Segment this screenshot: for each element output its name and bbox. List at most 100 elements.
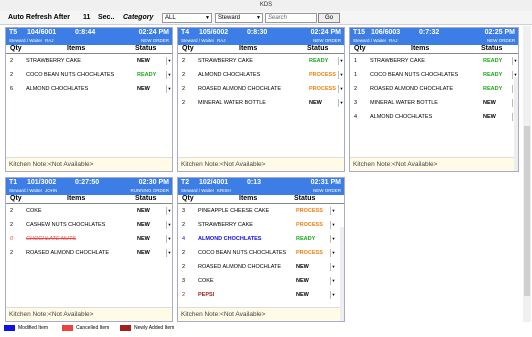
status-dropdown-icon[interactable]: ▼ xyxy=(338,57,344,65)
order-header: T2 102/4001 0:13 02:31 PM Steward / Wait… xyxy=(178,178,344,195)
qty-header: Qty xyxy=(354,45,366,52)
item-status[interactable]: NEW xyxy=(296,260,309,274)
status-dropdown-icon[interactable]: ▼ xyxy=(338,71,344,79)
item-status[interactable]: PROCESS xyxy=(296,218,323,232)
item-status[interactable]: NEW xyxy=(137,218,150,232)
status-dropdown-icon[interactable]: ▼ xyxy=(338,85,344,93)
item-status[interactable]: PROCESS xyxy=(296,246,323,260)
item-status[interactable]: READY xyxy=(309,54,328,68)
order-item-row: 2 ROASED ALMOND CHOCHLATE NEW ▼ xyxy=(6,246,172,260)
item-status[interactable]: PROCESS xyxy=(309,68,336,82)
kitchen-note-value: <Not Available> xyxy=(48,311,94,318)
legend-label: Newly Added Item xyxy=(134,325,175,331)
item-name: ALMOND CHOCHLATES xyxy=(370,114,433,120)
status-dropdown-icon[interactable]: ▼ xyxy=(338,99,344,107)
status-dropdown-icon[interactable]: ▼ xyxy=(166,207,172,215)
steward-label: Steward / Waiter xyxy=(181,38,215,43)
scroll-thumb[interactable] xyxy=(524,126,530,296)
status-dropdown-icon[interactable]: ▼ xyxy=(166,249,172,257)
search-input[interactable]: Search xyxy=(265,13,317,23)
order-item-row: 2 ROASED ALMOND CHOCHLATE NEW ▼ xyxy=(178,260,344,274)
item-status[interactable]: NEW xyxy=(296,288,309,302)
item-status[interactable]: PROCESS xyxy=(309,82,336,96)
item-name: COKE xyxy=(198,278,214,284)
steward-label: Steward / Waiter xyxy=(9,188,43,193)
steward-name: JOHN xyxy=(45,188,58,193)
item-name: STRAWBERRY CAKE xyxy=(370,58,425,64)
auto-refresh-value[interactable]: 11 xyxy=(83,13,90,23)
category-select[interactable]: ALL ▼ xyxy=(162,13,212,23)
table-number: T4 xyxy=(181,29,190,36)
panel-scrollbar[interactable] xyxy=(514,77,518,171)
item-status[interactable]: NEW xyxy=(137,82,150,96)
item-status[interactable]: PROCESS xyxy=(296,204,323,218)
item-qty: 6 xyxy=(10,86,14,92)
order-status: NEW ORDER xyxy=(487,38,515,43)
item-status[interactable]: READY xyxy=(483,54,502,68)
item-name: ALMOND CHOCHLATES xyxy=(26,86,89,92)
status-dropdown-icon[interactable]: ▼ xyxy=(166,85,172,93)
item-qty: 3 xyxy=(182,208,186,214)
status-dropdown-icon[interactable]: ▼ xyxy=(512,57,518,65)
order-item-row: 2 COCO BEAN NUTS CHOCHLATES PROCESS ▼ xyxy=(178,246,344,260)
table-number: T5 xyxy=(9,29,18,36)
column-header: Qty Items Status xyxy=(178,195,344,204)
item-qty: 2 xyxy=(354,86,358,92)
item-status[interactable]: NEW xyxy=(137,246,150,260)
legend-label: Cancelled Item xyxy=(76,325,110,331)
elapsed-time: 0:27:50 xyxy=(75,179,100,186)
item-status[interactable]: READY xyxy=(483,68,502,82)
status-dropdown-icon[interactable]: ▼ xyxy=(166,57,172,65)
panel-scrollbar[interactable] xyxy=(340,227,344,321)
status-header: Status xyxy=(135,195,157,202)
item-qty: 2 xyxy=(182,100,186,106)
item-name: MINERAL WATER BOTTLE xyxy=(370,100,438,106)
main-scrollbar[interactable] xyxy=(523,26,531,322)
elapsed-time: 0:7:32 xyxy=(419,29,440,36)
auto-refresh-label: Auto Refresh After xyxy=(8,14,70,21)
elapsed-time: 0:8:30 xyxy=(247,29,268,36)
status-dropdown-icon[interactable]: ▼ xyxy=(166,235,172,243)
item-name: COKE xyxy=(26,208,42,214)
legend-item: Modified Item xyxy=(4,324,48,334)
status-dropdown-icon[interactable]: ▼ xyxy=(330,291,336,299)
status-dropdown-icon[interactable]: ▼ xyxy=(330,221,336,229)
item-status[interactable]: READY xyxy=(296,232,315,246)
order-item-row: 4 ALMOND CHOCHLATES READY ▼ xyxy=(178,232,344,246)
status-dropdown-icon[interactable]: ▼ xyxy=(166,71,172,79)
status-dropdown-icon[interactable]: ▼ xyxy=(330,235,336,243)
status-dropdown-icon[interactable]: ▼ xyxy=(166,221,172,229)
item-status[interactable]: NEW xyxy=(137,204,150,218)
item-status[interactable]: READY xyxy=(483,82,502,96)
item-name: STRAWBERRY CAKE xyxy=(198,222,253,228)
status-dropdown-icon[interactable]: ▼ xyxy=(330,207,336,215)
item-qty: 3 xyxy=(182,278,186,284)
item-name: COCO BEAN NUTS CHOCHLATES xyxy=(26,72,115,78)
items-header: Items xyxy=(239,195,258,202)
item-status[interactable]: NEW xyxy=(309,96,322,110)
item-status[interactable]: NEW xyxy=(483,96,496,110)
order-item-row: 2 ROASED ALMOND CHOCHLATE READY ▼ xyxy=(350,82,518,96)
status-dropdown-icon[interactable]: ▼ xyxy=(330,277,336,285)
order-item-row: 0 CHOCHLATE NUTS NEW ▼ xyxy=(6,232,172,246)
item-status[interactable]: NEW xyxy=(296,274,309,288)
steward-select[interactable]: Steward ▼ xyxy=(215,13,263,23)
order-item-row: 3 COKE NEW ▼ xyxy=(178,274,344,288)
status-dropdown-icon[interactable]: ▼ xyxy=(330,263,336,271)
item-status[interactable]: NEW xyxy=(137,54,150,68)
kitchen-note: Kitchen Note:<Not Available> xyxy=(178,157,344,171)
item-name: STRAWBERRY CAKE xyxy=(26,58,81,64)
kitchen-note: Kitchen Note:<Not Available> xyxy=(6,307,172,321)
status-dropdown-icon[interactable]: ▼ xyxy=(330,249,336,257)
legend-swatch xyxy=(4,324,15,331)
category-label: Category xyxy=(123,14,154,21)
item-name: PEPSI xyxy=(198,292,215,298)
go-button[interactable]: Go xyxy=(318,13,340,23)
order-item-row: 4 ALMOND CHOCHLATES NEW ▼ xyxy=(350,110,518,124)
item-status[interactable]: NEW xyxy=(483,110,496,124)
order-item-row: 2 COKE NEW ▼ xyxy=(6,204,172,218)
item-qty: 2 xyxy=(182,250,186,256)
item-status[interactable]: READY xyxy=(137,68,156,82)
item-status[interactable]: NEW xyxy=(137,232,150,246)
item-qty: 2 xyxy=(10,250,14,256)
